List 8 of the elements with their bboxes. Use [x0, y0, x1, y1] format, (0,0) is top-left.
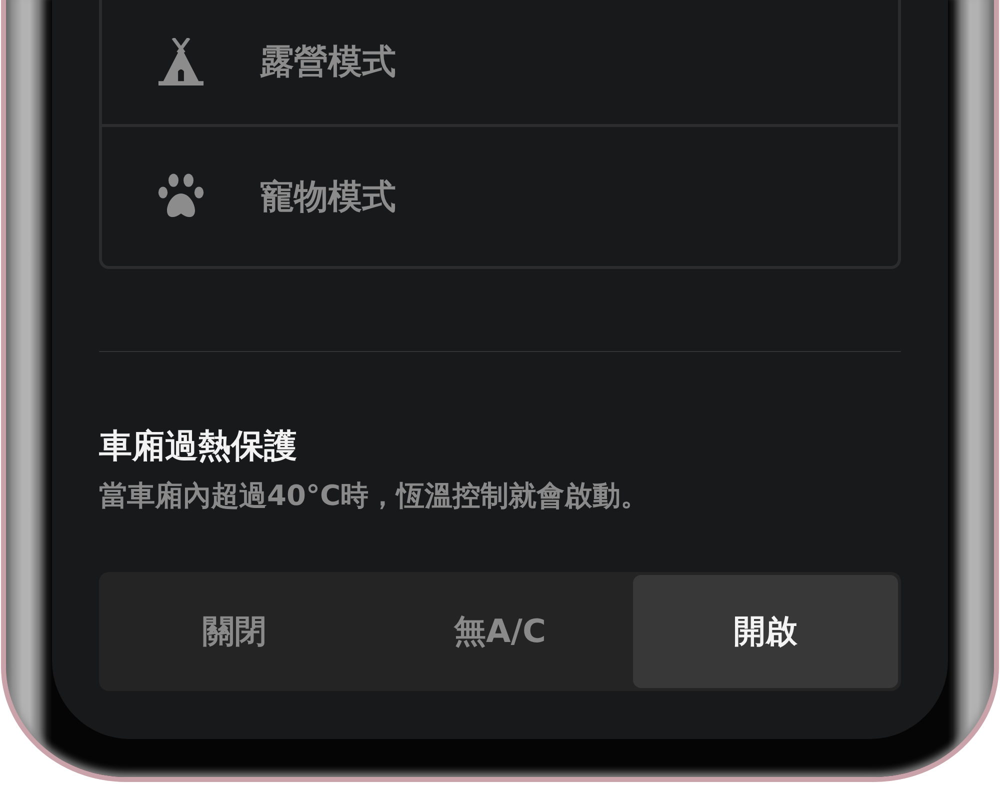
section-title: 車廂過熱保護	[99, 426, 298, 466]
segment-option[interactable]: 無A/C	[367, 575, 633, 688]
mode-option[interactable]: 露營模式	[102, 0, 898, 124]
mode-option[interactable]: 寵物模式	[102, 124, 898, 266]
tent-icon	[158, 38, 204, 86]
segment-option[interactable]: 開啟	[632, 575, 898, 688]
section-description: 當車廂內超過40°C時，恆溫控制就會啟動。	[99, 478, 650, 514]
segment-option[interactable]: 關閉	[102, 575, 368, 688]
